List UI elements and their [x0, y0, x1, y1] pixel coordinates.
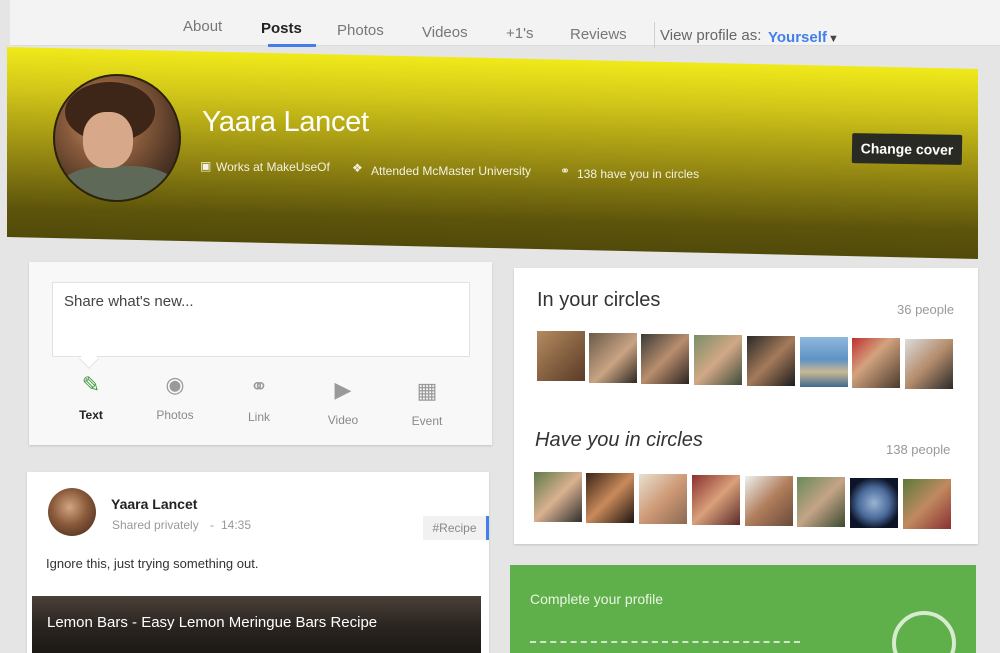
- have-you-in-circles-count[interactable]: 138 people: [886, 442, 950, 457]
- circle-follower-avatar[interactable]: [692, 475, 740, 525]
- profile-tab-bar: About Posts Photos Videos +1's Reviews: [10, 0, 1000, 48]
- circle-member-avatar[interactable]: [905, 339, 953, 389]
- active-tab-indicator: [268, 44, 316, 47]
- camera-icon: ◉: [165, 372, 185, 397]
- video-icon: ▶: [334, 377, 352, 402]
- circle-follower-avatar[interactable]: [586, 473, 634, 523]
- tab-videos[interactable]: Videos: [422, 24, 468, 41]
- in-your-circles-title[interactable]: In your circles: [537, 289, 660, 312]
- post-author-name[interactable]: Yaara Lancet: [111, 496, 197, 512]
- link-preview[interactable]: Lemon Bars - Easy Lemon Meringue Bars Re…: [32, 596, 481, 653]
- share-video-button[interactable]: ▶ Video: [308, 375, 378, 427]
- works-at-text[interactable]: Works at MakeUseOf: [216, 160, 330, 174]
- post-meta-separator: -: [210, 518, 214, 532]
- post-author-avatar[interactable]: [48, 488, 96, 536]
- circle-member-avatar[interactable]: [800, 337, 848, 387]
- tab-reviews[interactable]: Reviews: [570, 26, 627, 43]
- attended-text[interactable]: Attended McMaster University: [371, 164, 531, 178]
- circle-member-avatar[interactable]: [694, 335, 742, 385]
- profile-progress-ring: [892, 611, 956, 653]
- chevron-down-icon[interactable]: ▼: [828, 33, 839, 45]
- link-icon: ⚭: [249, 374, 269, 399]
- circle-follower-avatar[interactable]: [797, 477, 845, 527]
- change-cover-button[interactable]: Change cover: [851, 133, 963, 165]
- tab-about[interactable]: About: [183, 18, 222, 35]
- have-you-in-circles-title[interactable]: Have you in circles: [535, 429, 703, 452]
- tab-plus-ones[interactable]: +1's: [506, 25, 533, 42]
- event-icon: ▦: [416, 378, 438, 403]
- circle-member-avatar[interactable]: [537, 331, 585, 381]
- link-preview-title[interactable]: Lemon Bars - Easy Lemon Meringue Bars Re…: [47, 614, 377, 631]
- view-profile-as-label: View profile as:: [660, 27, 762, 44]
- in-your-circles-count[interactable]: 36 people: [897, 302, 954, 317]
- circle-follower-avatar[interactable]: [903, 479, 951, 529]
- circle-member-avatar[interactable]: [852, 338, 900, 388]
- view-profile-as-select[interactable]: Yourself: [768, 29, 827, 46]
- share-link-button[interactable]: ⚭ Link: [224, 372, 294, 424]
- profile-name: Yaara Lancet: [202, 106, 369, 138]
- tab-posts[interactable]: Posts: [261, 20, 302, 37]
- briefcase-icon: ▣: [200, 159, 212, 173]
- share-text-button[interactable]: ✎ Text: [56, 370, 126, 422]
- education-icon: ❖: [352, 161, 363, 175]
- circle-follower-avatar[interactable]: [639, 474, 687, 524]
- post-timestamp[interactable]: 14:35: [221, 518, 251, 532]
- share-event-button[interactable]: ▦ Event: [392, 376, 462, 428]
- circle-follower-avatar[interactable]: [850, 478, 898, 528]
- share-input[interactable]: Share what's new...: [52, 282, 470, 357]
- complete-profile-card[interactable]: Complete your profile: [510, 565, 976, 653]
- share-placeholder: Share what's new...: [64, 293, 194, 310]
- pencil-icon: ✎: [81, 372, 101, 397]
- post-visibility[interactable]: Shared privately: [112, 518, 199, 532]
- tab-photos[interactable]: Photos: [337, 22, 384, 39]
- have-you-in-circles-text[interactable]: 138 have you in circles: [577, 167, 699, 181]
- share-photos-button[interactable]: ◉ Photos: [140, 370, 210, 422]
- circles-link-icon: ⚭: [560, 164, 571, 178]
- circle-member-avatar[interactable]: [747, 336, 795, 386]
- profile-avatar[interactable]: [53, 74, 181, 202]
- circle-member-avatar[interactable]: [589, 333, 637, 383]
- circle-follower-avatar[interactable]: [534, 472, 582, 522]
- complete-profile-label: Complete your profile: [530, 591, 664, 607]
- circle-member-avatar[interactable]: [641, 334, 689, 384]
- hashtag-badge[interactable]: #Recipe: [423, 516, 489, 540]
- nav-divider: [654, 22, 655, 48]
- profile-prompt-placeholder: [530, 641, 800, 646]
- circle-follower-avatar[interactable]: [745, 476, 793, 526]
- post-body-text: Ignore this, just trying something out.: [46, 556, 259, 571]
